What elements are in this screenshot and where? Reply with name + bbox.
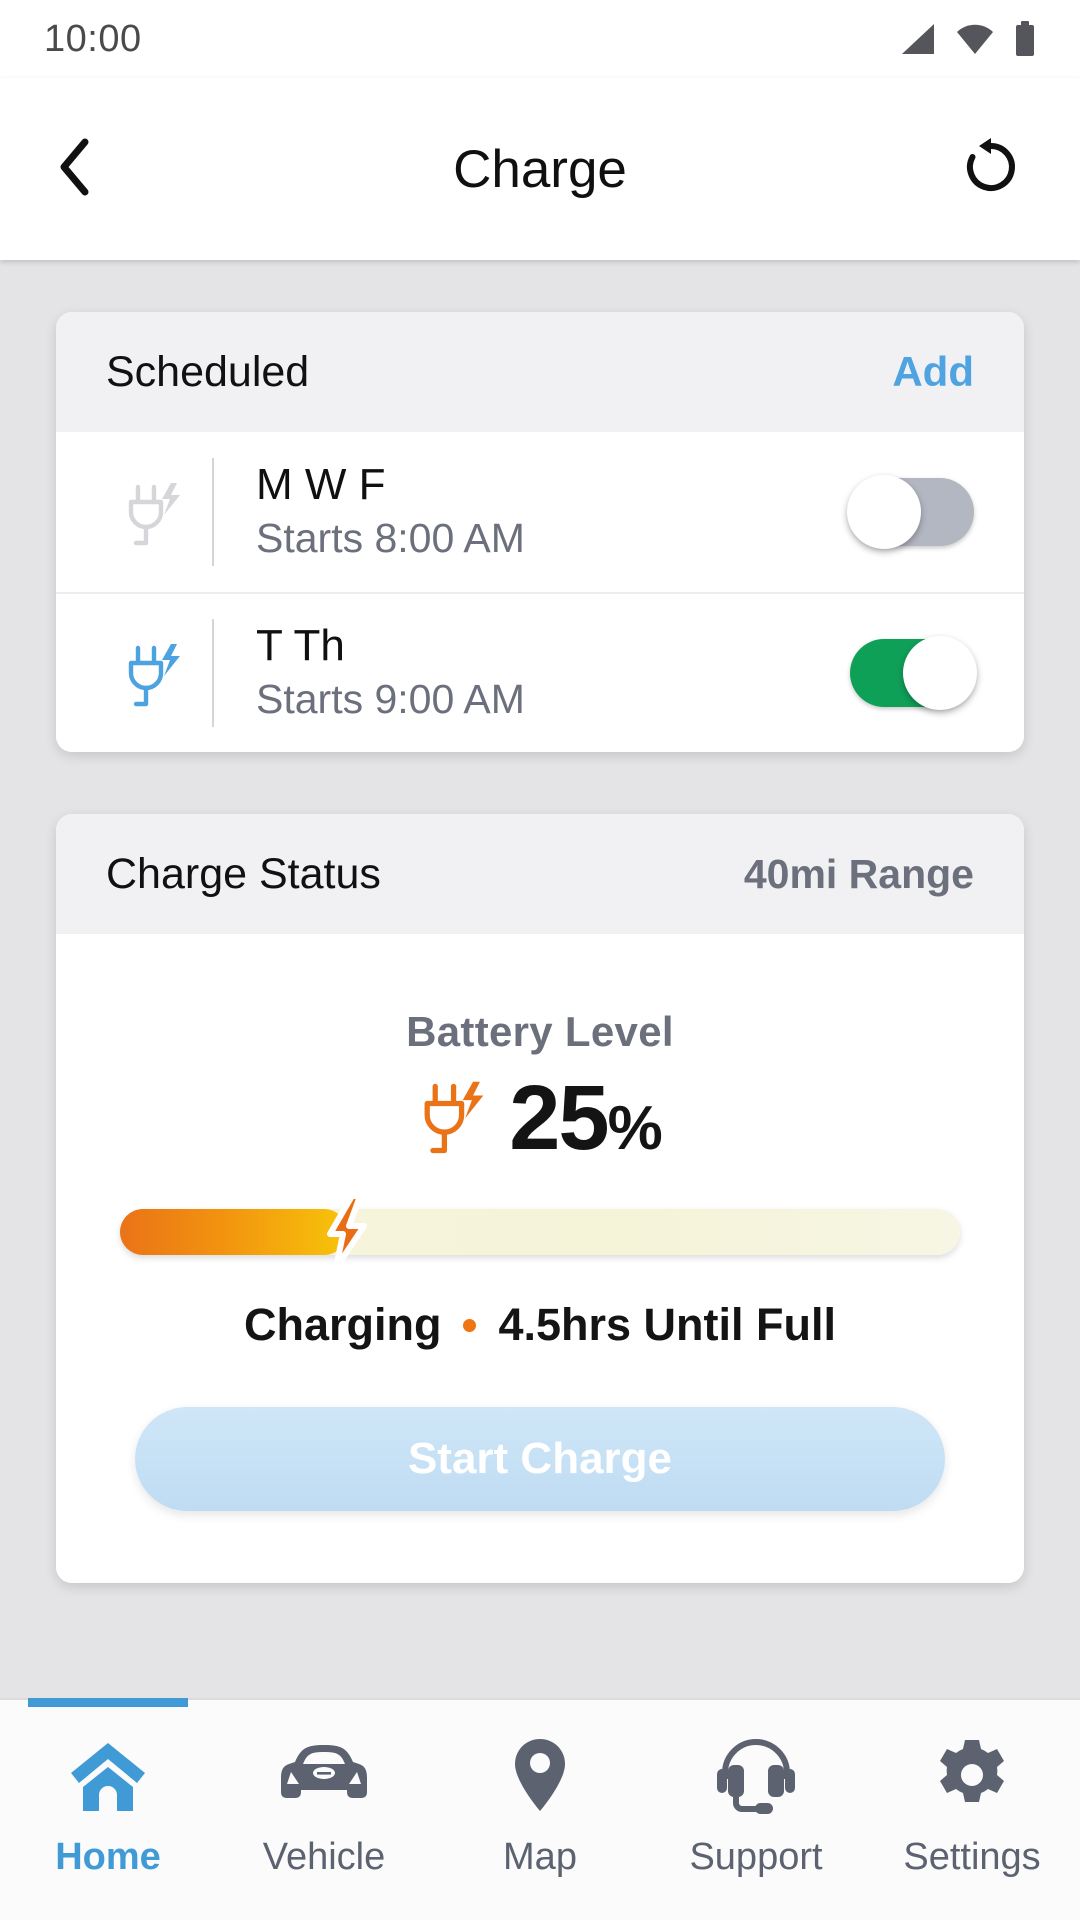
battery-level-label: Battery Level: [406, 1008, 674, 1055]
back-button[interactable]: [54, 134, 124, 204]
scheduled-card: Scheduled Add M W F Starts 8:00 AM T Th …: [56, 312, 1024, 752]
schedule-days: M W F: [256, 460, 386, 510]
gear-icon: [934, 1732, 1010, 1818]
status-bar-icons: [896, 21, 1036, 57]
nav-item-map[interactable]: Map: [432, 1700, 648, 1920]
car-icon: [277, 1732, 371, 1818]
charge-status-body: Battery Level 25% Charging 4.5hrs Until …: [56, 934, 1024, 1583]
progress-fill: [120, 1209, 347, 1255]
wifi-icon: [954, 22, 996, 56]
nav-label-home: Home: [55, 1836, 161, 1878]
map-pin-icon: [509, 1732, 571, 1818]
status-bar-clock: 10:00: [44, 17, 142, 60]
home-icon: [67, 1732, 149, 1818]
separator-dot-icon: [463, 1318, 477, 1332]
add-schedule-button[interactable]: Add: [892, 348, 974, 396]
charging-state-label: Charging: [243, 1299, 442, 1350]
schedule-time: Starts 8:00 AM: [256, 515, 525, 562]
nav-item-settings[interactable]: Settings: [864, 1700, 1080, 1920]
scheduled-card-header: Scheduled Add: [56, 312, 1024, 432]
row-divider: [212, 619, 214, 727]
battery-icon: [1014, 21, 1036, 57]
row-divider: [212, 458, 214, 566]
page-title: Charge: [453, 139, 627, 199]
app-bar: Charge: [0, 78, 1080, 260]
plug-bolt-icon: [102, 632, 212, 714]
battery-percent: 25%: [509, 1072, 663, 1164]
schedule-days: T Th: [256, 621, 345, 671]
charge-status-card: Charge Status 40mi Range Battery Level 2…: [56, 814, 1024, 1583]
toggle-knob: [847, 475, 921, 549]
status-bar: 10:00: [0, 0, 1080, 78]
nav-item-support[interactable]: Support: [648, 1700, 864, 1920]
page-content: Scheduled Add M W F Starts 8:00 AM T Th …: [0, 260, 1080, 1698]
plug-bolt-icon: [419, 1068, 495, 1167]
schedule-toggle[interactable]: [847, 475, 974, 549]
battery-progress-bar: [120, 1193, 960, 1271]
nav-label-vehicle: Vehicle: [262, 1836, 386, 1878]
signal-icon: [896, 22, 936, 56]
lightning-bolt-icon: [316, 1192, 378, 1277]
nav-label-settings: Settings: [903, 1836, 1041, 1878]
schedule-toggle[interactable]: [850, 636, 977, 710]
headset-icon: [713, 1732, 799, 1818]
scheduled-title: Scheduled: [106, 347, 310, 396]
charge-status-card-header: Charge Status 40mi Range: [56, 814, 1024, 934]
start-charge-button[interactable]: Start Charge: [135, 1407, 945, 1511]
bottom-navigation: Home Vehicle Map Support Settings: [0, 1698, 1080, 1920]
nav-item-vehicle[interactable]: Vehicle: [216, 1700, 432, 1920]
range-value: 40mi Range: [743, 850, 974, 897]
schedule-row[interactable]: T Th Starts 9:00 AM: [56, 592, 1024, 752]
chevron-left-icon: [54, 136, 98, 203]
schedule-row-text: T Th Starts 9:00 AM: [256, 621, 850, 724]
charge-screen: 10:00 Charge Scheduled Add M W F Starts …: [0, 0, 1080, 1920]
battery-level-row: 25%: [112, 1068, 968, 1167]
nav-label-support: Support: [689, 1836, 823, 1878]
nav-item-home[interactable]: Home: [0, 1698, 216, 1920]
schedule-time: Starts 9:00 AM: [256, 676, 525, 723]
charging-status-line: Charging 4.5hrs Until Full: [112, 1299, 968, 1351]
schedule-row[interactable]: M W F Starts 8:00 AM: [56, 432, 1024, 592]
nav-label-map: Map: [503, 1836, 577, 1878]
active-tab-indicator: [28, 1698, 188, 1707]
charge-status-title: Charge Status: [106, 849, 381, 898]
refresh-button[interactable]: [952, 130, 1030, 208]
battery-percent-unit: %: [607, 1093, 663, 1163]
toggle-knob: [903, 636, 977, 710]
schedule-row-text: M W F Starts 8:00 AM: [256, 460, 850, 563]
battery-percent-value: 25: [509, 1066, 609, 1169]
charging-eta-label: 4.5hrs Until Full: [498, 1299, 837, 1350]
rotate-left-icon: [960, 136, 1022, 203]
plug-bolt-icon: [102, 471, 212, 553]
